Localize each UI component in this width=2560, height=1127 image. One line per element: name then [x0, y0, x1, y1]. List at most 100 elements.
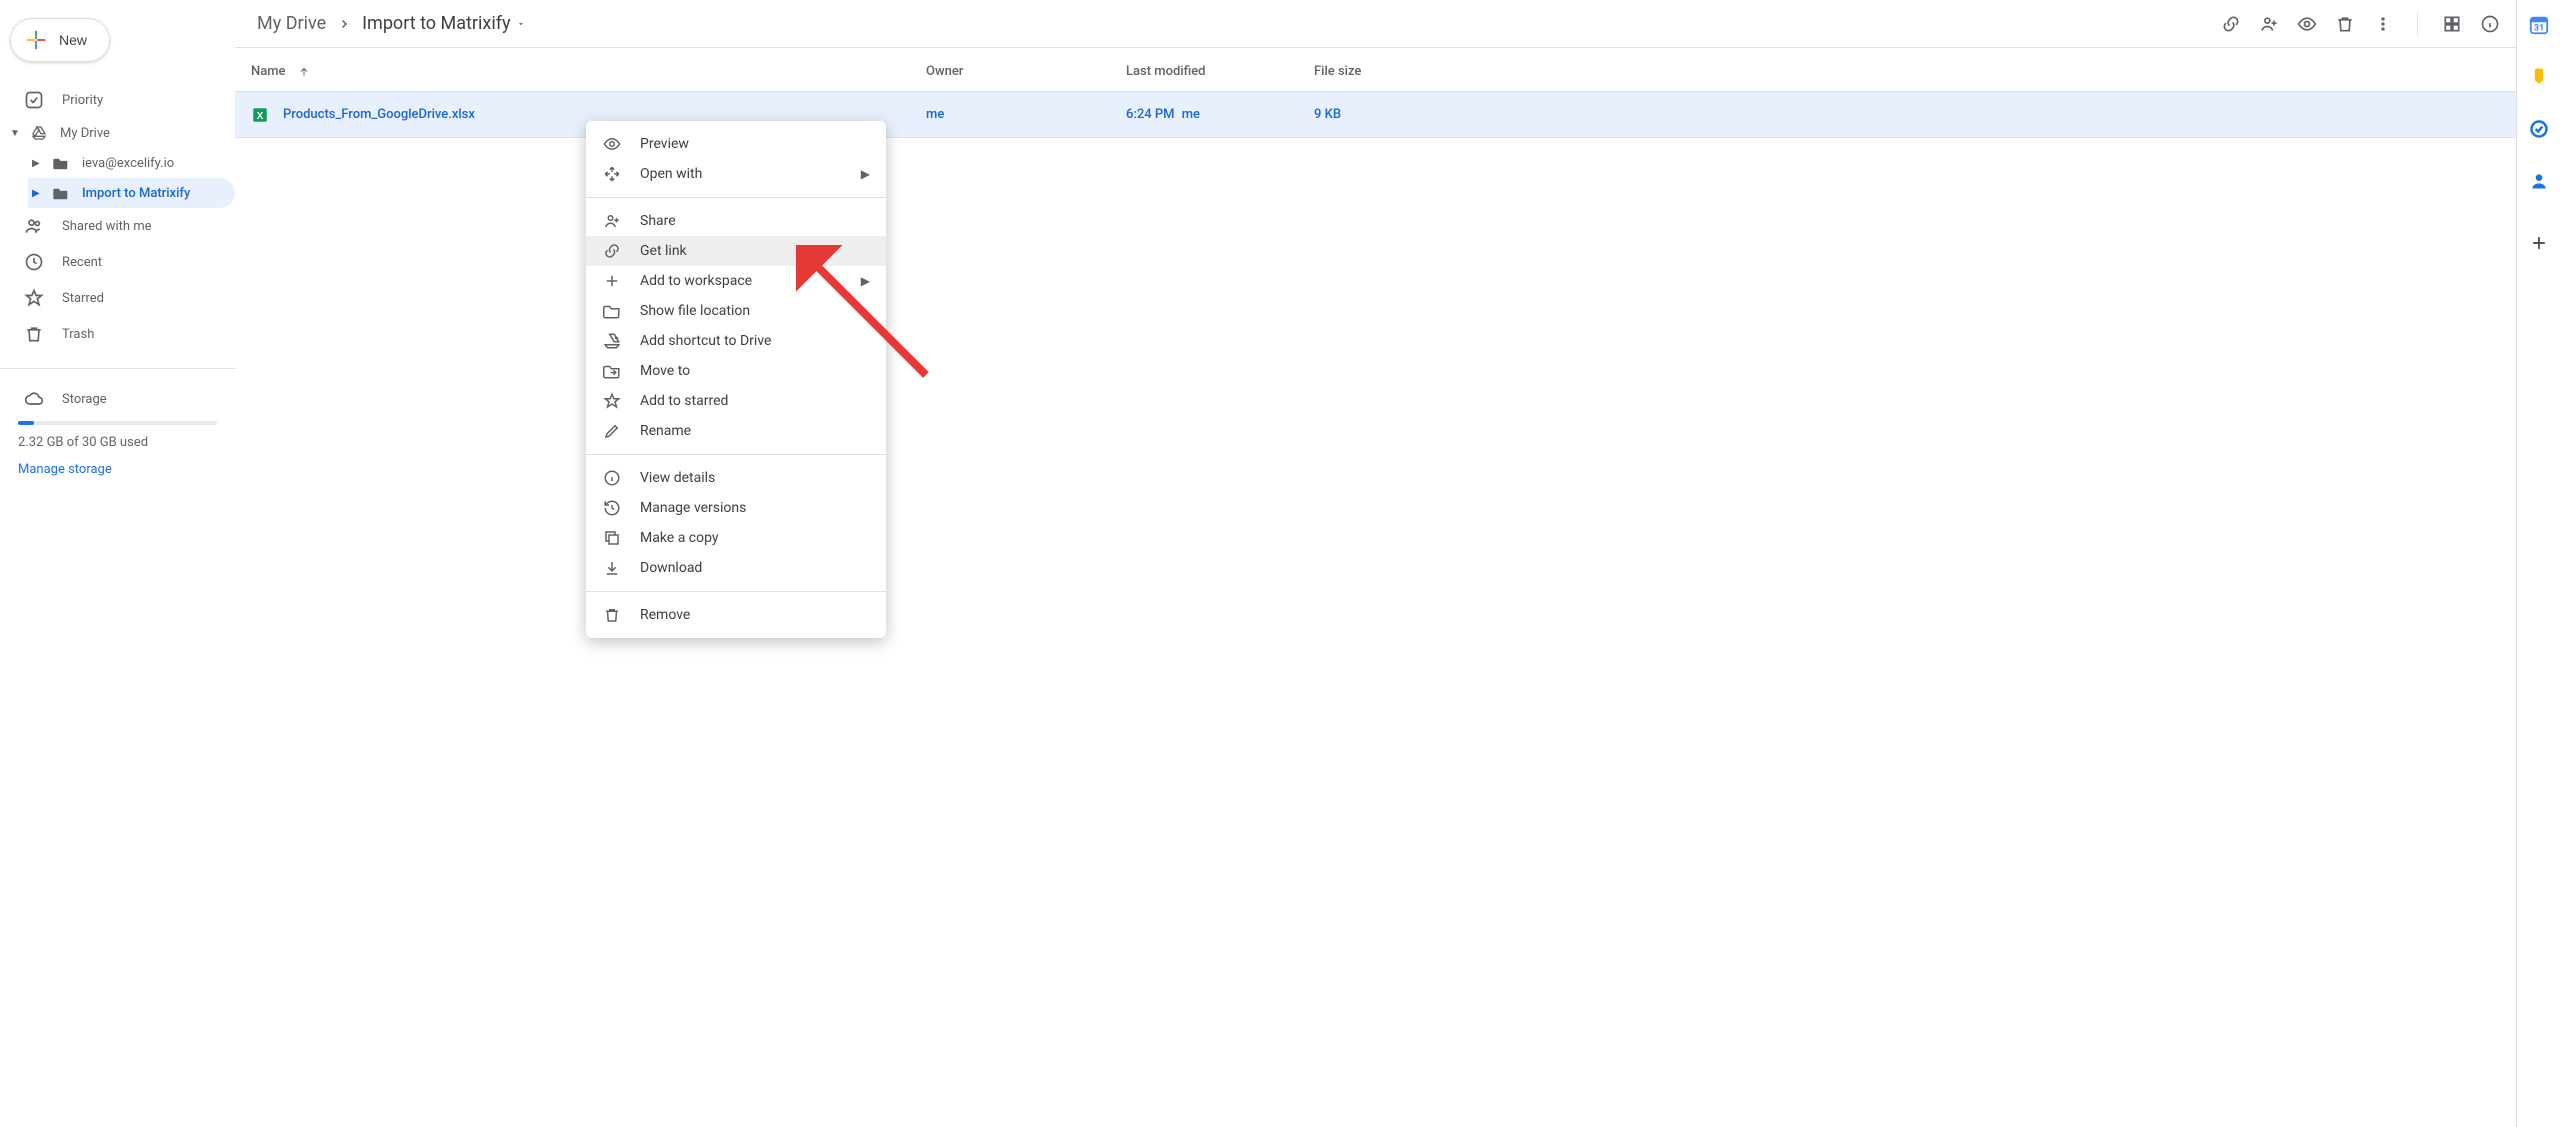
svg-text:31: 31	[2533, 24, 2544, 34]
manage-storage-link[interactable]: Manage storage	[0, 450, 235, 489]
ctx-label: View details	[640, 470, 715, 486]
sidebar-folder-import-matrixify[interactable]: ▶ Import to Matrixify	[28, 178, 235, 208]
ctx-remove[interactable]: Remove	[586, 600, 886, 630]
topbar-actions	[2221, 12, 2500, 36]
ctx-label: Download	[640, 560, 702, 576]
ctx-label: Manage versions	[640, 500, 746, 516]
sidebar-folder-email[interactable]: ▶ ieva@excelify.io	[28, 148, 235, 178]
link-icon[interactable]	[2221, 14, 2241, 34]
tasks-icon[interactable]	[2528, 118, 2550, 140]
ctx-manage-versions[interactable]: Manage versions	[586, 493, 886, 523]
add-person-icon	[602, 211, 622, 231]
file-modified-time: 6:24 PM	[1126, 107, 1175, 122]
chevron-right-icon: ▶	[861, 274, 870, 288]
sidebar-item-label: ieva@excelify.io	[82, 156, 174, 171]
sidebar-item-priority[interactable]: Priority	[0, 82, 235, 118]
column-name[interactable]: Name	[251, 64, 926, 79]
ctx-get-link[interactable]: Get link	[586, 236, 886, 266]
ctx-label: Add to workspace	[640, 273, 752, 289]
chevron-right-icon	[338, 18, 350, 30]
separator	[586, 197, 886, 198]
add-person-icon[interactable]	[2259, 14, 2279, 34]
breadcrumb-root[interactable]: My Drive	[251, 9, 332, 38]
storage-text: 2.32 GB of 30 GB used	[0, 435, 235, 450]
open-with-icon	[602, 164, 622, 184]
main-content: My Drive Import to Matrixify	[235, 0, 2516, 1127]
sidebar: New Priority ▼ My Drive ▶ ieva@excelify.…	[0, 0, 235, 1127]
file-modified: 6:24 PM me	[1126, 107, 1314, 122]
sidebar-item-trash[interactable]: Trash	[0, 316, 235, 352]
file-modified-by: me	[1182, 107, 1200, 122]
plus-icon	[602, 271, 622, 291]
column-owner[interactable]: Owner	[926, 64, 1126, 79]
caret-down-icon	[516, 19, 526, 29]
ctx-label: Preview	[640, 136, 689, 152]
drive-shortcut-icon	[602, 331, 622, 351]
sidebar-item-label: My Drive	[60, 126, 110, 141]
ctx-add-workspace[interactable]: Add to workspace ▶	[586, 266, 886, 296]
ctx-preview[interactable]: Preview	[586, 129, 886, 159]
excel-icon: X	[251, 106, 269, 124]
clock-icon	[24, 252, 44, 272]
calendar-icon[interactable]: 31	[2528, 14, 2550, 36]
ctx-view-details[interactable]: View details	[586, 463, 886, 493]
ctx-label: Get link	[640, 243, 687, 259]
arrow-up-icon	[298, 66, 310, 78]
chevron-down-icon[interactable]: ▼	[10, 128, 24, 139]
grid-view-icon[interactable]	[2442, 14, 2462, 34]
file-row[interactable]: X Products_From_GoogleDrive.xlsx me 6:24…	[235, 92, 2516, 138]
check-circle-icon	[24, 90, 44, 110]
ctx-move-to[interactable]: Move to	[586, 356, 886, 386]
ctx-rename[interactable]: Rename	[586, 416, 886, 446]
ctx-label: Open with	[640, 166, 702, 182]
sidebar-item-recent[interactable]: Recent	[0, 244, 235, 280]
eye-icon	[602, 134, 622, 154]
drive-icon	[30, 126, 48, 140]
topbar: My Drive Import to Matrixify	[235, 0, 2516, 48]
plus-icon	[25, 29, 47, 51]
ctx-label: Move to	[640, 363, 690, 379]
eye-icon[interactable]	[2297, 14, 2317, 34]
star-icon	[24, 288, 44, 308]
contacts-icon[interactable]	[2528, 170, 2550, 192]
trash-icon[interactable]	[2335, 14, 2355, 34]
pencil-icon	[602, 421, 622, 441]
ctx-add-shortcut[interactable]: Add shortcut to Drive	[586, 326, 886, 356]
ctx-show-location[interactable]: Show file location	[586, 296, 886, 326]
sidebar-item-label: Shared with me	[62, 219, 152, 234]
column-modified[interactable]: Last modified	[1126, 64, 1314, 79]
keep-icon[interactable]	[2528, 66, 2550, 88]
trash-icon	[602, 605, 622, 625]
chevron-right-icon[interactable]: ▶	[32, 188, 46, 199]
ctx-open-with[interactable]: Open with ▶	[586, 159, 886, 189]
sidebar-item-label: Trash	[62, 327, 94, 342]
separator	[0, 368, 235, 369]
star-icon	[602, 391, 622, 411]
column-size[interactable]: File size	[1314, 64, 2500, 79]
folder-icon	[602, 301, 622, 321]
info-icon	[602, 468, 622, 488]
download-icon	[602, 558, 622, 578]
chevron-right-icon[interactable]: ▶	[32, 158, 46, 169]
sidebar-item-storage[interactable]: Storage	[0, 381, 235, 417]
ctx-make-copy[interactable]: Make a copy	[586, 523, 886, 553]
people-icon	[24, 216, 44, 236]
folder-icon	[52, 156, 70, 170]
separator	[586, 454, 886, 455]
file-owner: me	[926, 107, 1126, 122]
ctx-download[interactable]: Download	[586, 553, 886, 583]
more-icon[interactable]	[2373, 14, 2393, 34]
sidebar-item-starred[interactable]: Starred	[0, 280, 235, 316]
new-button[interactable]: New	[10, 18, 110, 62]
sidebar-item-label: Recent	[62, 255, 102, 270]
separator	[2417, 12, 2418, 36]
ctx-add-starred[interactable]: Add to starred	[586, 386, 886, 416]
ctx-share[interactable]: Share	[586, 206, 886, 236]
ctx-label: Remove	[640, 607, 690, 623]
info-icon[interactable]	[2480, 14, 2500, 34]
breadcrumb-current[interactable]: Import to Matrixify	[356, 9, 532, 38]
sidebar-item-label: Storage	[62, 392, 107, 407]
sidebar-item-my-drive[interactable]: ▼ My Drive	[6, 118, 235, 148]
sidebar-item-shared[interactable]: Shared with me	[0, 208, 235, 244]
add-addon-icon[interactable]	[2528, 232, 2550, 254]
